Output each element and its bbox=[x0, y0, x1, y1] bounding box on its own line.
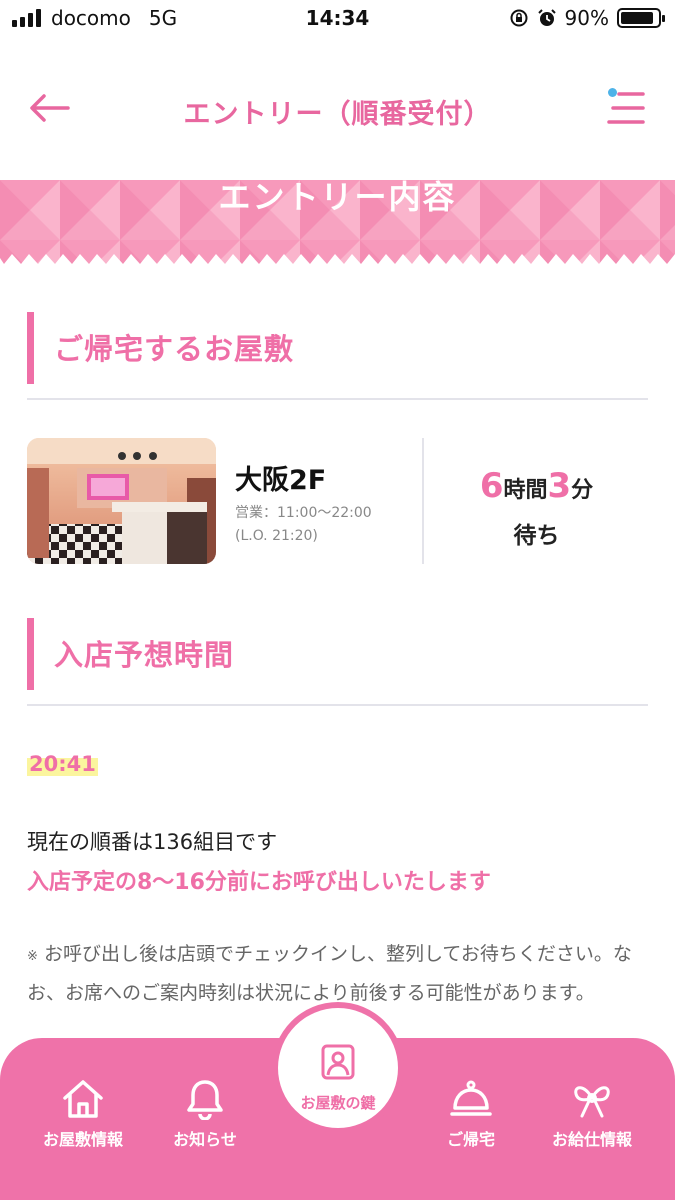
nav-item-mansion-key[interactable]: お屋敷の鍵 bbox=[272, 1002, 404, 1134]
shop-photo bbox=[27, 438, 216, 564]
shop-section-heading: ご帰宅するお屋敷 bbox=[27, 312, 648, 400]
menu-icon bbox=[607, 92, 645, 124]
key-card-icon bbox=[321, 1044, 355, 1080]
expected-entry-time: 20:41 bbox=[27, 752, 98, 776]
service-bell-icon bbox=[450, 1080, 492, 1116]
nav-item-shop-info[interactable]: お屋敷情報 bbox=[18, 1078, 148, 1150]
shop-hours: 営業：11:00〜22:00 bbox=[235, 505, 372, 521]
nav-item-return-home[interactable]: ご帰宅 bbox=[406, 1078, 536, 1150]
nav-label: お知らせ bbox=[173, 1130, 237, 1149]
menu-button[interactable] bbox=[605, 88, 647, 128]
vertical-divider bbox=[422, 438, 424, 564]
key-button-inner: お屋敷の鍵 bbox=[278, 1008, 398, 1128]
battery-fill bbox=[621, 12, 654, 24]
heading-accent-bar bbox=[27, 312, 34, 384]
nav-label: お屋敷の鍵 bbox=[300, 1094, 376, 1112]
ribbon-icon bbox=[574, 1086, 610, 1118]
wait-minutes-unit: 分 bbox=[571, 478, 594, 503]
rotation-lock-icon bbox=[510, 9, 528, 27]
shop-interior-image bbox=[27, 438, 216, 564]
shop-card: 大阪2F 営業：11:00〜22:00 (L.O. 21:20) 6時間3分 待… bbox=[27, 438, 648, 566]
note-body: お呼び出し後は店頭でチェックインし、整列してお待ちください。なお、お席へのご案内… bbox=[27, 943, 632, 1004]
banner-title: エントリー内容 bbox=[218, 180, 457, 216]
wait-hours-value: 6 bbox=[479, 466, 504, 506]
entry-time-section-heading: 入店予想時間 bbox=[27, 618, 648, 706]
nav-item-service-info[interactable]: お給仕情報 bbox=[527, 1078, 657, 1150]
wait-hours-unit: 時間 bbox=[503, 478, 548, 503]
queue-position-text: 現在の順番は136組目です bbox=[27, 830, 278, 854]
house-icon bbox=[63, 1080, 103, 1118]
alarm-icon bbox=[537, 9, 556, 26]
nav-label: お給仕情報 bbox=[551, 1130, 632, 1149]
note-text: ※ お呼び出し後は店頭でチェックインし、整列してお待ちください。なお、お席へのご… bbox=[27, 936, 642, 1011]
wait-minutes-value: 3 bbox=[547, 466, 572, 506]
page-title: エントリー（順番受付） bbox=[183, 99, 492, 130]
entry-time-section-title: 入店予想時間 bbox=[54, 638, 235, 672]
shop-name: 大阪2F bbox=[235, 465, 327, 496]
shop-section-title: ご帰宅するお屋敷 bbox=[54, 332, 295, 366]
wait-time: 6時間3分 bbox=[425, 466, 648, 506]
shop-last-order: (L.O. 21:20) bbox=[235, 528, 318, 544]
battery-percent: 90% bbox=[564, 6, 609, 30]
wait-suffix: 待ち bbox=[513, 523, 560, 549]
status-bar: docomo 5G 14:34 90% bbox=[0, 0, 675, 40]
nav-label: ご帰宅 bbox=[446, 1130, 495, 1149]
nav-label: お屋敷情報 bbox=[42, 1130, 123, 1149]
heading-accent-bar bbox=[27, 618, 34, 690]
battery-icon bbox=[617, 8, 665, 28]
note-mark: ※ bbox=[27, 949, 38, 964]
app-header: エントリー（順番受付） bbox=[0, 60, 675, 160]
call-notice-text: 入店予定の8〜16分前にお呼び出しいたします bbox=[27, 870, 491, 895]
bell-icon bbox=[187, 1080, 223, 1120]
status-right: 90% bbox=[509, 6, 665, 30]
entry-banner: エントリー内容 bbox=[0, 180, 675, 270]
nav-item-news[interactable]: お知らせ bbox=[140, 1078, 270, 1150]
